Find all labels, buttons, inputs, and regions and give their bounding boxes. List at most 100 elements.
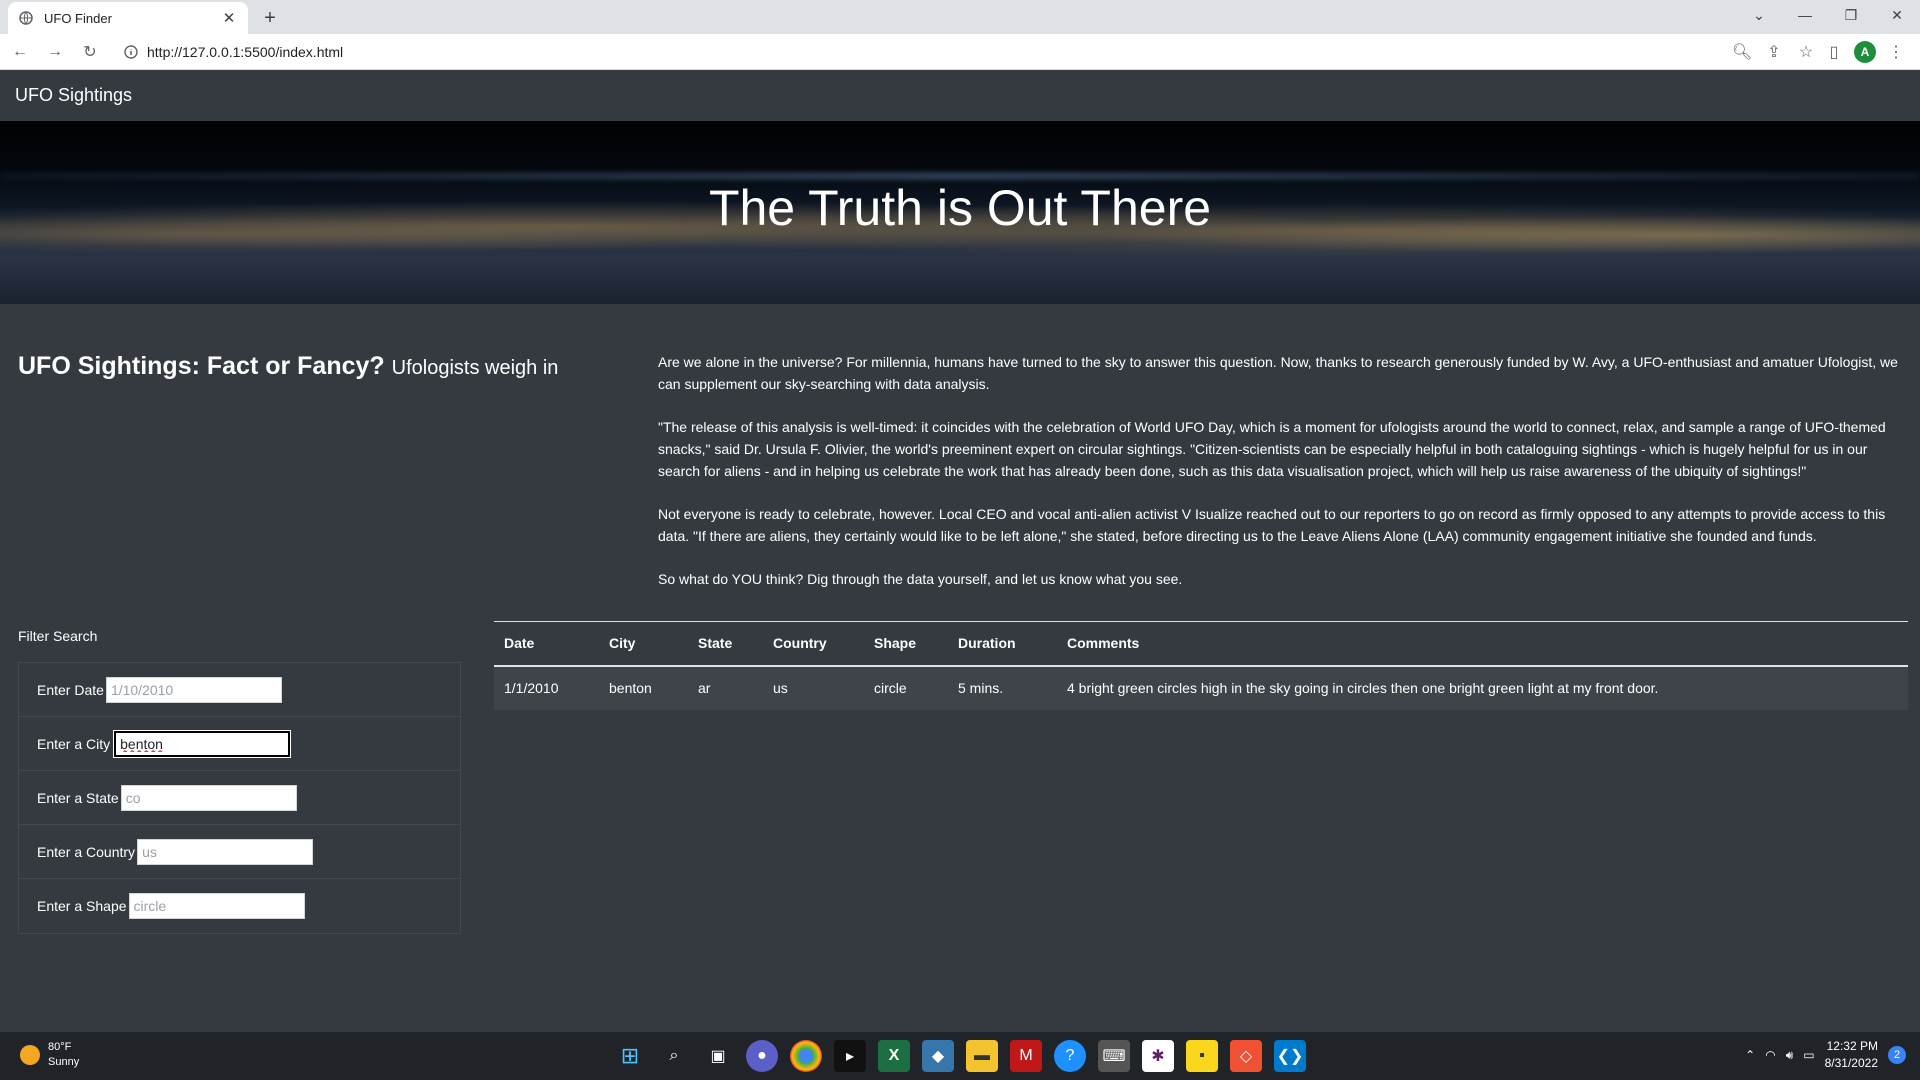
- tab-search-icon[interactable]: ⌄: [1736, 0, 1782, 30]
- table-row: 1/1/2010 benton ar us circle 5 mins. 4 b…: [494, 665, 1908, 710]
- navbar-brand[interactable]: UFO Sightings: [15, 85, 132, 106]
- browser-tab[interactable]: UFO Finder ✕: [8, 2, 248, 34]
- browser-toolbar: ← → ↻ http://127.0.0.1:5500/index.html 🔍…: [0, 34, 1920, 70]
- keyboard-icon[interactable]: ⌨: [1098, 1040, 1130, 1072]
- table-header-row: Date City State Country Shape Duration C…: [494, 621, 1908, 667]
- column-header-duration: Duration: [948, 621, 1057, 667]
- profile-avatar[interactable]: A: [1854, 40, 1876, 63]
- filter-row-city: Enter a City: [19, 717, 460, 771]
- chrome-icon[interactable]: [790, 1040, 822, 1072]
- column-header-shape: Shape: [864, 621, 948, 667]
- clock-time: 12:32 PM: [1826, 1039, 1878, 1053]
- sticky-notes-icon[interactable]: ▪: [1186, 1040, 1218, 1072]
- forward-icon[interactable]: →: [40, 37, 70, 67]
- filter-row-date: Enter Date: [19, 663, 460, 717]
- cell-country: us: [763, 665, 864, 710]
- bookmark-star-icon[interactable]: ☆: [1793, 39, 1819, 65]
- column-header-city: City: [599, 621, 688, 667]
- os-taskbar: 80°F Sunny ⊞ ⌕ ▣ ● ▸ X ◆ ▬ M ? ⌨ ✱ ▪ ◇ ❮…: [0, 1032, 1920, 1080]
- new-tab-button[interactable]: +: [258, 6, 282, 30]
- restore-icon[interactable]: ❐: [1828, 0, 1874, 30]
- globe-icon: [18, 10, 34, 26]
- shape-input[interactable]: [128, 893, 305, 919]
- city-label: Enter a City: [37, 735, 111, 752]
- weather-text: 80°F Sunny: [48, 1040, 79, 1070]
- share-icon[interactable]: ⇪: [1761, 39, 1787, 65]
- cell-city: benton: [599, 665, 688, 710]
- cell-date: 1/1/2010: [494, 665, 599, 710]
- mcafee-icon[interactable]: M: [1010, 1040, 1042, 1072]
- hero-title: The Truth is Out There: [708, 180, 1212, 236]
- terminal-icon[interactable]: ▸: [834, 1040, 866, 1072]
- cell-shape: circle: [864, 665, 948, 710]
- site-navbar: UFO Sightings: [0, 70, 1920, 121]
- state-input[interactable]: [120, 784, 297, 811]
- date-label: Enter Date: [37, 681, 104, 698]
- taskbar-apps: ⊞ ⌕ ▣ ● ▸ X ◆ ▬ M ? ⌨ ✱ ▪ ◇ ❮❯: [614, 1040, 1306, 1072]
- git-icon[interactable]: ◇: [1230, 1040, 1262, 1072]
- system-tray: ⌃ ◠ 🔊︎ ▭ 12:32 PM 8/31/2022 2: [1745, 1038, 1906, 1072]
- battery-icon[interactable]: ▭: [1803, 1048, 1814, 1062]
- column-header-comments: Comments: [1057, 621, 1908, 667]
- reload-icon[interactable]: ↻: [75, 37, 105, 67]
- file-explorer-icon[interactable]: ▬: [966, 1040, 998, 1072]
- wifi-icon[interactable]: ◠: [1765, 1048, 1775, 1062]
- slack-icon[interactable]: ✱: [1142, 1040, 1174, 1072]
- article-paragraph: "The release of this analysis is well-ti…: [658, 419, 1886, 479]
- search-icon[interactable]: ⌕: [658, 1040, 690, 1072]
- weather-widget[interactable]: 80°F Sunny: [20, 1040, 79, 1070]
- cell-state: ar: [688, 665, 763, 710]
- city-input[interactable]: [113, 729, 292, 758]
- browser-tabbar: UFO Finder ✕ + ⌄ — ❐ ✕: [0, 0, 1920, 34]
- filter-row-shape: Enter a Shape: [19, 879, 460, 933]
- browser-menu-icon[interactable]: ⋮: [1882, 38, 1910, 66]
- close-tab-icon[interactable]: ✕: [220, 9, 238, 27]
- close-window-icon[interactable]: ✕: [1874, 0, 1920, 30]
- filter-row-state: Enter a State: [19, 771, 460, 825]
- volume-icon[interactable]: 🔊︎: [1786, 1048, 1794, 1063]
- window-controls: ⌄ — ❐ ✕: [1736, 0, 1920, 30]
- cell-comments: 4 bright green circles high in the sky g…: [1057, 665, 1908, 710]
- article-body: Are we alone in the universe? For millen…: [658, 351, 1903, 611]
- chevron-up-icon[interactable]: ⌃: [1745, 1048, 1755, 1062]
- clock-date: 8/31/2022: [1824, 1056, 1878, 1070]
- back-icon[interactable]: ←: [5, 37, 35, 67]
- tab-title: UFO Finder: [44, 10, 112, 26]
- country-input[interactable]: [137, 838, 314, 865]
- windows-start-icon[interactable]: ⊞: [614, 1040, 646, 1072]
- article-subtitle: Ufologists weigh in: [391, 357, 559, 379]
- teams-chat-icon[interactable]: ●: [746, 1040, 778, 1072]
- filter-list: Enter Date Enter a City Enter a State En…: [18, 662, 461, 934]
- cell-duration: 5 mins.: [948, 665, 1057, 710]
- python-icon[interactable]: ◆: [922, 1040, 954, 1072]
- clock[interactable]: 12:32 PM 8/31/2022: [1825, 1038, 1878, 1072]
- task-view-icon[interactable]: ▣: [702, 1040, 734, 1072]
- column-header-date: Date: [494, 621, 599, 667]
- state-label: Enter a State: [37, 789, 119, 806]
- date-input[interactable]: [105, 676, 282, 703]
- country-label: Enter a Country: [37, 843, 136, 860]
- hero-banner: The Truth is Out There: [0, 121, 1920, 304]
- zoom-icon[interactable]: 🔍︎: [1729, 39, 1755, 65]
- excel-icon[interactable]: X: [878, 1040, 910, 1072]
- site-info-icon[interactable]: [121, 42, 141, 62]
- filter-row-country: Enter a Country: [19, 825, 460, 879]
- vscode-icon[interactable]: ❮❯: [1274, 1040, 1306, 1072]
- column-header-state: State: [688, 621, 763, 667]
- minimize-icon[interactable]: —: [1782, 0, 1828, 30]
- weather-desc: Sunny: [48, 1056, 80, 1068]
- article-paragraph: Are we alone in the universe? For millen…: [658, 354, 1898, 392]
- article-paragraph: So what do YOU think? Dig through the da…: [658, 571, 1183, 587]
- help-icon[interactable]: ?: [1054, 1040, 1086, 1072]
- address-bar[interactable]: http://127.0.0.1:5500/index.html: [115, 37, 1725, 66]
- url-text: http://127.0.0.1:5500/index.html: [147, 43, 344, 60]
- weather-temp: 80°F: [48, 1041, 72, 1053]
- article-title-text: UFO Sightings: Fact or Fancy?: [18, 352, 385, 380]
- sightings-table: Date City State Country Shape Duration C…: [494, 621, 1908, 710]
- article-title: UFO Sightings: Fact or Fancy? Ufologists…: [18, 352, 558, 381]
- column-header-country: Country: [763, 621, 864, 667]
- notification-badge[interactable]: 2: [1888, 1046, 1906, 1064]
- shape-label: Enter a Shape: [37, 898, 127, 914]
- side-panel-icon[interactable]: ▯: [1820, 38, 1848, 66]
- filter-heading: Filter Search: [18, 628, 98, 644]
